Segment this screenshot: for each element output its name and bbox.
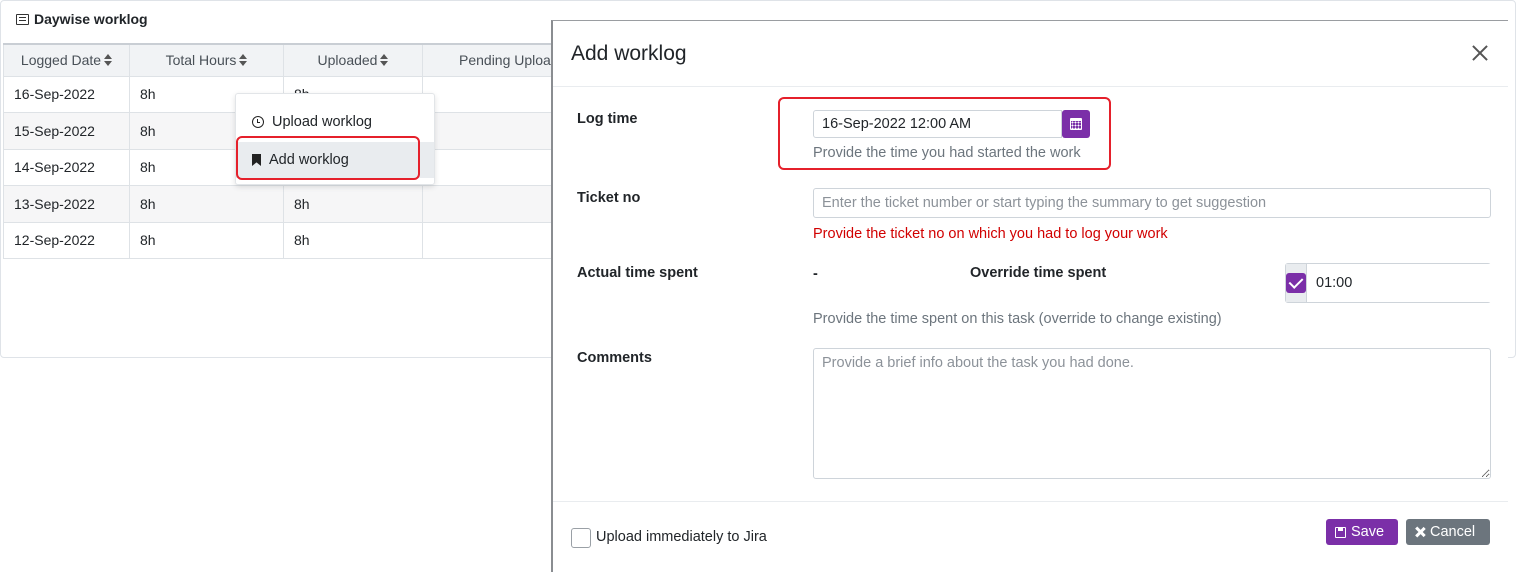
override-time-label: Override time spent <box>970 265 1107 281</box>
sort-icon <box>239 54 248 67</box>
table-row[interactable]: 13-Sep-2022 8h 8h <box>3 185 583 223</box>
cancel-button[interactable]: Cancel <box>1406 519 1490 545</box>
cell-total: 8h <box>129 185 284 223</box>
cell-date: 16-Sep-2022 <box>3 75 130 113</box>
ticket-input[interactable] <box>813 188 1491 218</box>
table-header-row: Logged Date Total Hours Uploaded Pending… <box>3 43 583 77</box>
panel-title: Daywise worklog <box>16 11 148 27</box>
col-header-uploaded[interactable]: Uploaded <box>283 43 423 77</box>
cell-total: 8h <box>129 221 284 259</box>
log-time-label: Log time <box>577 111 638 127</box>
upload-immediately-checkbox[interactable] <box>571 528 591 548</box>
cell-uploaded: 8h <box>283 185 423 223</box>
save-label: Save <box>1351 524 1385 540</box>
upload-immediately-label[interactable]: Upload immediately to Jira <box>596 529 767 545</box>
panel-title-text: Daywise worklog <box>34 11 148 27</box>
sort-icon <box>380 54 389 67</box>
modal-header: Add worklog <box>553 21 1508 87</box>
actual-time-label: Actual time spent <box>577 265 698 281</box>
time-spent-help: Provide the time spent on this task (ove… <box>813 311 1222 327</box>
calendar-button[interactable] <box>1062 110 1090 138</box>
modal-title: Add worklog <box>571 42 687 65</box>
clock-icon <box>252 116 264 128</box>
actual-time-value: - <box>813 266 818 282</box>
bookmark-icon <box>252 154 261 166</box>
log-time-input[interactable] <box>813 110 1062 138</box>
log-time-help: Provide the time you had started the wor… <box>813 145 1081 161</box>
modal-footer: Upload immediately to Jira Save Cancel <box>553 501 1508 573</box>
cell-date: 13-Sep-2022 <box>3 185 130 223</box>
floppy-icon <box>1335 526 1346 538</box>
override-checkbox-wrap <box>1286 264 1307 302</box>
override-time-input[interactable] <box>1307 264 1512 302</box>
table-row[interactable]: 12-Sep-2022 8h 8h <box>3 221 583 259</box>
cell-uploaded: 8h <box>283 221 423 259</box>
override-time-group <box>1285 263 1512 303</box>
cell-date: 12-Sep-2022 <box>3 221 130 259</box>
close-icon[interactable] <box>1472 45 1488 61</box>
calendar-icon <box>1070 118 1082 130</box>
list-icon <box>16 13 29 25</box>
comments-label: Comments <box>577 350 652 366</box>
cancel-label: Cancel <box>1430 524 1476 540</box>
comments-textarea[interactable] <box>813 348 1491 479</box>
close-icon <box>1415 527 1425 537</box>
sort-icon <box>104 54 113 67</box>
col-header-logged-date[interactable]: Logged Date <box>3 43 130 77</box>
col-header-total-hours[interactable]: Total Hours <box>129 43 284 77</box>
ticket-label: Ticket no <box>577 190 641 206</box>
cell-date: 15-Sep-2022 <box>3 112 130 150</box>
menu-item-label: Upload worklog <box>272 114 372 130</box>
ticket-error: Provide the ticket no on which you had t… <box>813 226 1168 242</box>
menu-item-upload-worklog[interactable]: Upload worklog <box>236 104 434 140</box>
add-worklog-modal: Add worklog Log time Provide the time yo… <box>551 20 1512 573</box>
save-button[interactable]: Save <box>1326 519 1398 545</box>
cell-date: 14-Sep-2022 <box>3 148 130 186</box>
override-checkbox[interactable] <box>1286 273 1306 293</box>
context-menu: Upload worklog Add worklog <box>235 93 435 185</box>
menu-item-add-worklog[interactable]: Add worklog <box>236 142 434 178</box>
menu-item-label: Add worklog <box>269 152 349 168</box>
